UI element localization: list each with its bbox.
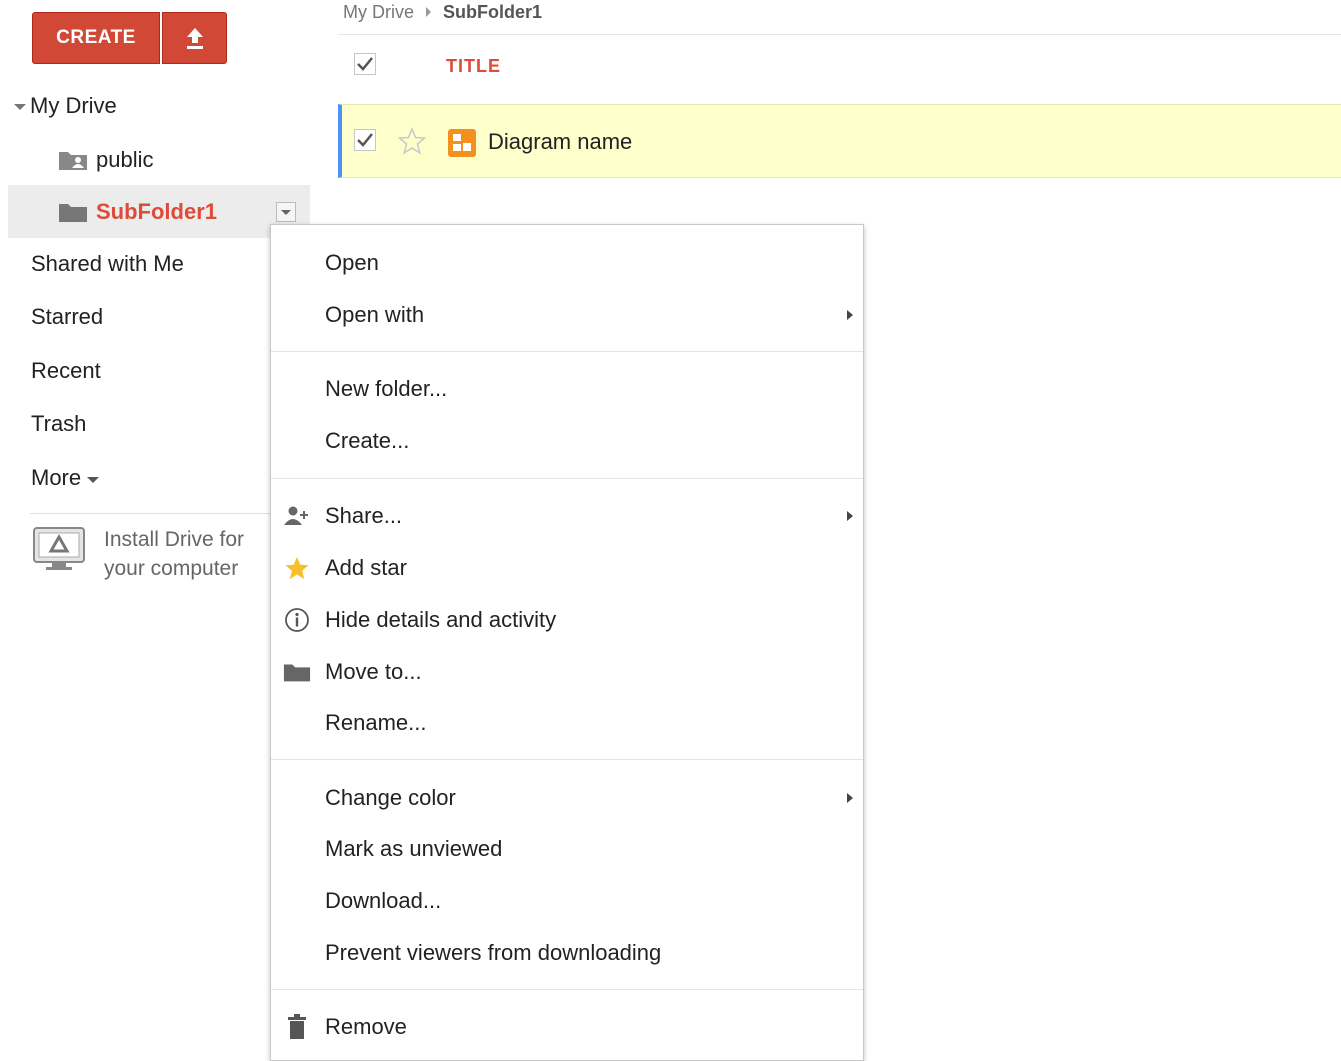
menu-item-label: Open with	[325, 302, 425, 327]
chevron-right-icon	[847, 511, 853, 521]
install-drive-text: Install Drive for your computer	[104, 528, 245, 580]
menu-separator	[271, 989, 863, 990]
sidebar-folder-subfolder1[interactable]: SubFolder1	[8, 185, 310, 238]
menu-item-share[interactable]: Share...	[271, 496, 863, 536]
sidebar-item-label: SubFolder1	[96, 198, 218, 224]
menu-item-label: Move to...	[325, 659, 422, 684]
sidebar-item-shared-with-me[interactable]: Shared with Me	[31, 248, 184, 280]
menu-item-label: Download...	[325, 888, 442, 913]
expand-caret-icon[interactable]	[14, 104, 26, 110]
checkmark-icon	[357, 133, 373, 147]
sidebar-item-label: Shared with Me	[31, 251, 184, 276]
folder-icon	[59, 203, 87, 222]
sidebar-item-starred[interactable]: Starred	[31, 301, 103, 333]
sidebar-item-label: Recent	[31, 358, 101, 383]
info-icon	[283, 608, 311, 632]
sidebar-item-recent[interactable]: Recent	[31, 355, 101, 387]
menu-item-label: Mark as unviewed	[325, 836, 503, 861]
upload-button[interactable]	[162, 12, 227, 64]
menu-item-open-with[interactable]: Open with	[271, 295, 863, 335]
trash-icon	[283, 1014, 311, 1039]
sidebar-my-drive[interactable]: My Drive	[14, 90, 117, 122]
folder-icon	[283, 660, 311, 684]
header-divider	[338, 34, 1341, 35]
star-outline-icon[interactable]	[398, 127, 426, 155]
checkmark-icon	[357, 57, 373, 71]
menu-item-label: Add star	[325, 555, 407, 580]
menu-item-label: Rename...	[325, 710, 427, 735]
sidebar-item-label: More	[31, 465, 82, 490]
chevron-down-icon	[87, 477, 100, 483]
menu-item-mark-unviewed[interactable]: Mark as unviewed	[271, 829, 863, 869]
sidebar-item-label: Trash	[31, 411, 87, 436]
table-row[interactable]: Diagram name	[338, 104, 1341, 178]
select-all-checkbox[interactable]	[354, 53, 376, 75]
menu-item-download[interactable]: Download...	[271, 881, 863, 921]
menu-item-move-to[interactable]: Move to...	[271, 652, 863, 692]
context-menu: Open Open with New folder... Create... S…	[270, 224, 864, 1061]
row-checkbox[interactable]	[354, 129, 376, 151]
chevron-right-icon	[426, 7, 431, 17]
chevron-down-icon	[281, 209, 291, 215]
sidebar-item-label: public	[96, 147, 154, 172]
menu-item-remove[interactable]: Remove	[271, 1007, 863, 1047]
menu-item-new-folder[interactable]: New folder...	[271, 369, 863, 409]
menu-item-label: Change color	[325, 785, 456, 810]
menu-item-label: Prevent viewers from downloading	[325, 940, 662, 965]
sidebar-divider	[30, 513, 270, 514]
sidebar-item-more[interactable]: More	[31, 462, 100, 494]
menu-item-add-star[interactable]: Add star	[271, 548, 863, 588]
folder-menu-dropdown[interactable]	[276, 202, 296, 222]
menu-separator	[271, 759, 863, 760]
drive-monitor-icon	[33, 527, 85, 570]
menu-item-label: Hide details and activity	[325, 607, 557, 632]
star-icon	[283, 556, 311, 580]
chevron-right-icon	[847, 793, 853, 803]
sidebar-item-label: My Drive	[30, 93, 117, 118]
sidebar-folder-public[interactable]: public	[58, 144, 153, 176]
menu-separator	[271, 351, 863, 352]
breadcrumb: My Drive SubFolder1	[343, 0, 542, 24]
menu-item-prevent-downloading[interactable]: Prevent viewers from downloading	[271, 933, 863, 973]
menu-item-create[interactable]: Create...	[271, 421, 863, 461]
install-drive-link[interactable]: Install Drive for your computer	[32, 525, 274, 583]
file-name[interactable]: Diagram name	[488, 129, 632, 155]
column-header-title[interactable]: TITLE	[446, 56, 501, 77]
menu-item-label: Share...	[325, 503, 403, 528]
menu-item-rename[interactable]: Rename...	[271, 703, 863, 743]
menu-item-label: New folder...	[325, 376, 448, 401]
upload-arrow-icon	[186, 28, 203, 49]
chevron-right-icon	[847, 310, 853, 320]
menu-item-change-color[interactable]: Change color	[271, 778, 863, 818]
menu-item-label: Remove	[325, 1014, 407, 1039]
create-button[interactable]: CREATE	[32, 12, 160, 64]
sidebar-item-label: Starred	[31, 304, 104, 329]
menu-item-label: Open	[325, 250, 379, 275]
shared-folder-icon	[59, 152, 87, 170]
menu-item-hide-details[interactable]: Hide details and activity	[271, 600, 863, 640]
menu-item-label: Create...	[325, 428, 410, 453]
menu-separator	[271, 478, 863, 479]
breadcrumb-root[interactable]: My Drive	[343, 2, 414, 23]
drawing-icon	[448, 129, 476, 157]
sidebar-item-trash[interactable]: Trash	[31, 408, 86, 440]
breadcrumb-current: SubFolder1	[443, 1, 543, 22]
share-person-icon	[283, 504, 311, 528]
menu-item-open[interactable]: Open	[271, 243, 863, 283]
